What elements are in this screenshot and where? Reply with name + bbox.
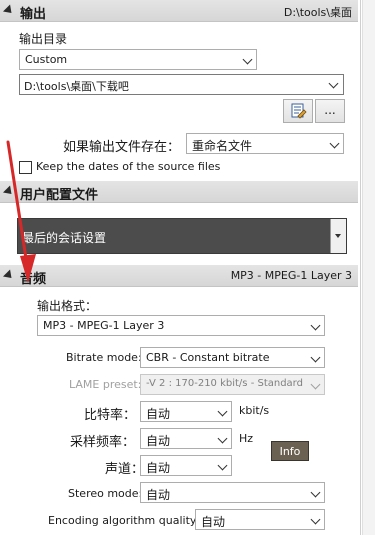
channels-value: 自动 [146, 461, 171, 475]
edit-document-icon [291, 103, 307, 119]
bitrate-mode-value: CBR - Constant bitrate [146, 351, 270, 364]
profile-dropdown-button[interactable] [330, 219, 346, 253]
stereo-mode-value: 自动 [146, 488, 171, 502]
info-button-label: Info [279, 445, 301, 458]
file-exists-label: 如果输出文件存在： [63, 140, 181, 155]
encoding-quality-label: Encoding algorithm quality: [48, 514, 200, 527]
chevron-down-icon [329, 138, 340, 149]
profile-select[interactable]: 最后的会话设置 [17, 218, 347, 254]
collapse-triangle-icon [2, 269, 16, 282]
output-section-title: 输出 [20, 7, 47, 22]
audio-section-title: 音频 [20, 272, 47, 287]
chevron-down-icon [310, 379, 321, 390]
channels-select[interactable]: 自动 [140, 455, 232, 476]
output-format-label: 输出格式： [37, 299, 98, 313]
bitrate-label: 比特率： [84, 408, 137, 423]
chevron-down-icon [310, 320, 321, 331]
file-exists-select[interactable]: 重命名文件 [186, 133, 344, 154]
output-dir-path-value: D:\tools\桌面\下载吧 [24, 80, 129, 93]
chevron-down-icon [310, 487, 321, 498]
vertical-scrollbar[interactable] [362, 0, 375, 535]
output-dir-mode-select[interactable]: Custom [19, 49, 257, 70]
browse-button[interactable]: ... [315, 99, 345, 123]
output-section-summary: D:\tools\桌面 [283, 6, 352, 19]
encoding-quality-value: 自动 [201, 515, 226, 529]
chevron-down-icon [242, 54, 253, 65]
bitrate-value: 自动 [146, 407, 171, 421]
collapse-triangle-icon [2, 185, 16, 198]
audio-section-summary: MP3 - MPEG-1 Layer 3 [230, 269, 352, 282]
chevron-down-icon [217, 406, 228, 417]
bitrate-mode-label: Bitrate mode: [66, 351, 142, 364]
output-section-header[interactable]: 输出 D:\tools\桌面 [0, 0, 358, 22]
chevron-down-icon [310, 352, 321, 363]
file-exists-value: 重命名文件 [192, 139, 253, 153]
lame-preset-select[interactable]: -V 2 : 170-210 kbit/s - Standard [140, 374, 325, 395]
lame-preset-value: -V 2 : 170-210 kbit/s - Standard [146, 378, 303, 389]
profile-value: 最后的会话设置 [22, 231, 107, 245]
output-format-select[interactable]: MP3 - MPEG-1 Layer 3 [37, 315, 325, 336]
sample-rate-unit: Hz [239, 432, 254, 445]
output-dir-label: 输出目录 [19, 32, 68, 46]
sample-rate-value: 自动 [146, 434, 171, 448]
output-dir-path-field[interactable]: D:\tools\桌面\下载吧 [19, 74, 344, 95]
keep-dates-label: Keep the dates of the source files [36, 160, 221, 173]
collapse-triangle-icon [2, 4, 16, 17]
bitrate-mode-select[interactable]: CBR - Constant bitrate [140, 347, 325, 368]
edit-path-button[interactable] [283, 99, 313, 123]
lame-preset-label: LAME preset: [69, 378, 142, 391]
stereo-mode-label: Stereo mode: [68, 487, 143, 500]
chevron-down-icon [335, 234, 341, 238]
chevron-down-icon [310, 514, 321, 525]
chevron-down-icon [328, 78, 339, 89]
bitrate-select[interactable]: 自动 [140, 401, 232, 422]
profile-section-title: 用户配置文件 [20, 188, 99, 203]
chevron-down-icon [217, 433, 228, 444]
browse-button-label: ... [324, 103, 336, 117]
stereo-mode-select[interactable]: 自动 [140, 482, 325, 503]
bitrate-unit: kbit/s [239, 404, 270, 417]
output-format-value: MP3 - MPEG-1 Layer 3 [43, 319, 165, 332]
info-button[interactable]: Info [271, 441, 309, 461]
sample-rate-label: 采样频率： [70, 435, 136, 450]
audio-section-header[interactable]: 音频 MP3 - MPEG-1 Layer 3 [0, 265, 358, 287]
channels-label: 声道： [105, 462, 145, 477]
output-dir-mode-value: Custom [25, 53, 68, 66]
encoding-quality-select[interactable]: 自动 [195, 509, 325, 530]
chevron-down-icon [217, 460, 228, 471]
profile-section-header[interactable]: 用户配置文件 [0, 181, 358, 203]
sample-rate-select[interactable]: 自动 [140, 428, 232, 449]
keep-dates-checkbox[interactable] [19, 161, 32, 174]
